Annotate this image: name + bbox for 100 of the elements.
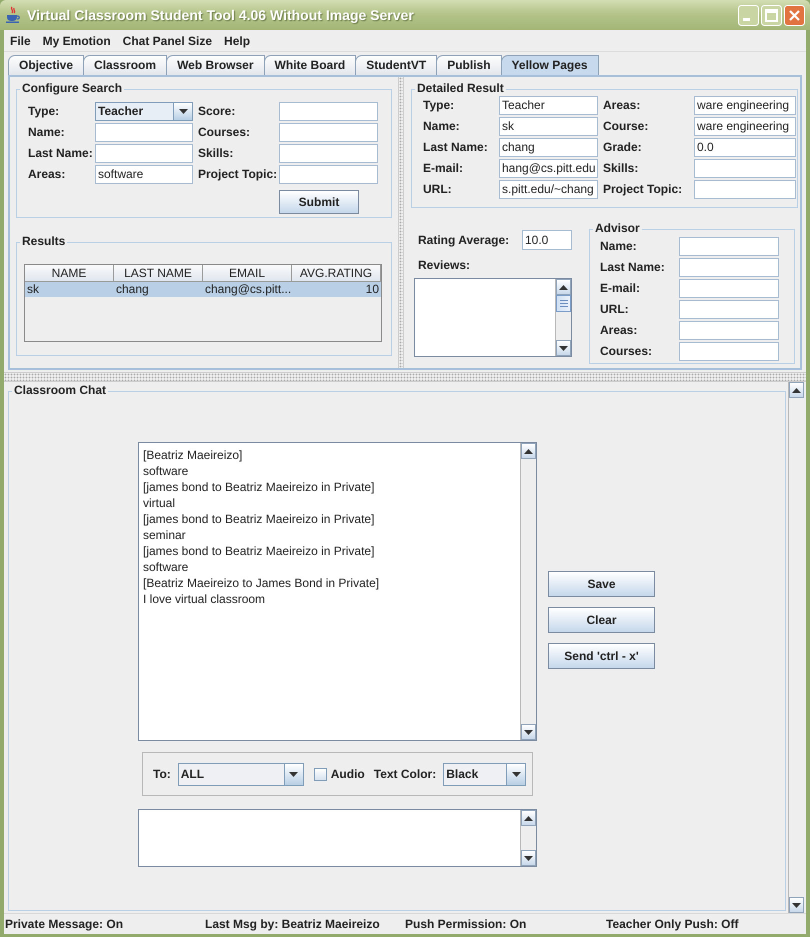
clear-button[interactable]: Clear (548, 607, 655, 633)
field-label: Type: (423, 98, 456, 112)
input-field[interactable]: s.pitt.edu/~chang (499, 180, 598, 198)
tab[interactable]: Web Browser (166, 55, 265, 75)
input-field[interactable] (694, 158, 796, 178)
scrollbar-thumb[interactable] (556, 295, 571, 312)
scroll-up-button[interactable] (521, 443, 536, 459)
input-field[interactable] (679, 300, 779, 318)
dropdown[interactable]: ALL (178, 762, 304, 786)
scroll-down-button[interactable] (521, 724, 536, 740)
chat-line: virtual (143, 495, 176, 511)
input-field[interactable]: sk (499, 116, 598, 136)
close-button[interactable] (784, 4, 805, 26)
input-field[interactable] (679, 320, 779, 340)
scrollbar[interactable] (555, 279, 571, 356)
scroll-down-button[interactable] (556, 340, 571, 356)
table-cell-text: sk (26, 282, 40, 297)
up-arrow-icon (559, 284, 568, 290)
status-text: Teacher Only Push: Off (606, 917, 740, 931)
field-label: Last Name: (28, 146, 94, 160)
tab[interactable]: Classroom (83, 55, 168, 75)
input-field[interactable]: hang@cs.pitt.edu (499, 158, 598, 178)
input-field[interactable] (95, 122, 193, 142)
field-label: Last Name: (600, 260, 666, 274)
field-label: Rating Average: (418, 233, 510, 247)
input-field[interactable] (679, 258, 779, 276)
tab[interactable]: StudentVT (355, 55, 438, 75)
down-arrow-icon (792, 902, 801, 908)
input-field[interactable]: ware engineering (694, 116, 796, 136)
scroll-down-button[interactable] (521, 850, 536, 866)
tab[interactable]: Publish (436, 55, 502, 75)
menu-item[interactable]: Chat Panel Size (116, 30, 218, 50)
input-field[interactable] (679, 278, 779, 298)
scroll-up-button[interactable] (556, 279, 571, 295)
send-button[interactable]: Send 'ctrl - x' (548, 643, 655, 669)
down-arrow-icon (559, 346, 568, 350)
field-label: E-mail: (600, 281, 642, 295)
field-label: Courses: (600, 344, 654, 358)
scroll-down-button[interactable] (789, 897, 804, 913)
input-field[interactable] (679, 342, 779, 360)
field-label: Last Name: (423, 140, 489, 154)
dropdown[interactable]: Black (443, 762, 526, 786)
dropdown[interactable]: Teacher (95, 102, 193, 120)
column-header[interactable]: NAME (25, 265, 114, 282)
menu-item[interactable]: File (4, 30, 37, 50)
field-label: Areas: (600, 323, 638, 337)
input-field[interactable] (279, 144, 378, 162)
field-label: Name: (600, 239, 638, 253)
caret-icon (178, 108, 188, 114)
audio-checkbox[interactable] (314, 768, 327, 780)
input-field[interactable]: 0.0 (694, 138, 796, 156)
field-label: Project Topic: (603, 182, 684, 196)
chat-line: [james bond to Beatriz Maeireizo in Private] (143, 543, 376, 559)
maximize-button[interactable] (761, 4, 782, 26)
column-header[interactable]: EMAIL (203, 265, 292, 282)
field-label: E-mail: (423, 161, 464, 175)
column-header[interactable]: LAST NAME (114, 265, 203, 282)
splitter-handle[interactable] (398, 77, 404, 368)
message-input[interactable] (138, 809, 537, 867)
chat-line: [Beatriz Maeireizo to James Bond in Private] (143, 575, 380, 591)
chat-line: software (143, 463, 190, 479)
field-label: URL: (423, 182, 453, 196)
input-field[interactable]: 10.0 (522, 230, 572, 250)
tab[interactable]: Yellow Pages (500, 55, 599, 75)
field-label: Courses: (198, 125, 252, 139)
input-field[interactable]: Teacher (499, 96, 598, 114)
scroll-up-button[interactable] (521, 810, 536, 826)
input-field[interactable] (694, 180, 796, 198)
table-row[interactable]: sk chang chang@cs.pitt... 10 (25, 282, 381, 297)
field-label: Name: (423, 119, 461, 133)
status-text: Last Msg by: Beatriz Maeireizo (205, 917, 381, 931)
input-field[interactable] (679, 236, 779, 256)
scroll-up-button[interactable] (789, 382, 804, 398)
up-arrow-icon (524, 816, 533, 820)
column-header[interactable]: AVG.RATING (292, 265, 381, 282)
chat-log[interactable] (138, 442, 537, 741)
tab[interactable]: Objective (8, 55, 84, 75)
chat-line: seminar (143, 527, 187, 543)
menu-item[interactable]: My Emotion (36, 30, 117, 50)
save-button[interactable]: Save (548, 571, 655, 597)
scrollbar[interactable] (788, 382, 804, 913)
input-field[interactable]: chang (499, 138, 598, 156)
input-field[interactable] (95, 144, 193, 162)
down-arrow-icon (524, 730, 533, 734)
submit-button[interactable]: Submit (279, 190, 359, 214)
input-field[interactable] (279, 164, 378, 184)
tab[interactable]: White Board (264, 55, 356, 75)
splitter-handle[interactable] (4, 372, 806, 382)
input-field[interactable] (279, 122, 378, 142)
input-field[interactable] (279, 102, 378, 120)
menu-item[interactable]: Help (218, 30, 256, 50)
scrollbar[interactable] (520, 443, 536, 740)
input-field[interactable]: ware engineering (694, 96, 796, 114)
input-field[interactable]: software (95, 164, 193, 184)
field-label: Areas: (28, 167, 66, 181)
table-cell-text: 10 (364, 282, 380, 297)
scrollbar[interactable] (520, 810, 536, 866)
field-label: Name: (28, 125, 66, 139)
minimize-button[interactable] (738, 4, 759, 26)
chat-line: [james bond to Beatriz Maeireizo in Private] (143, 479, 376, 495)
